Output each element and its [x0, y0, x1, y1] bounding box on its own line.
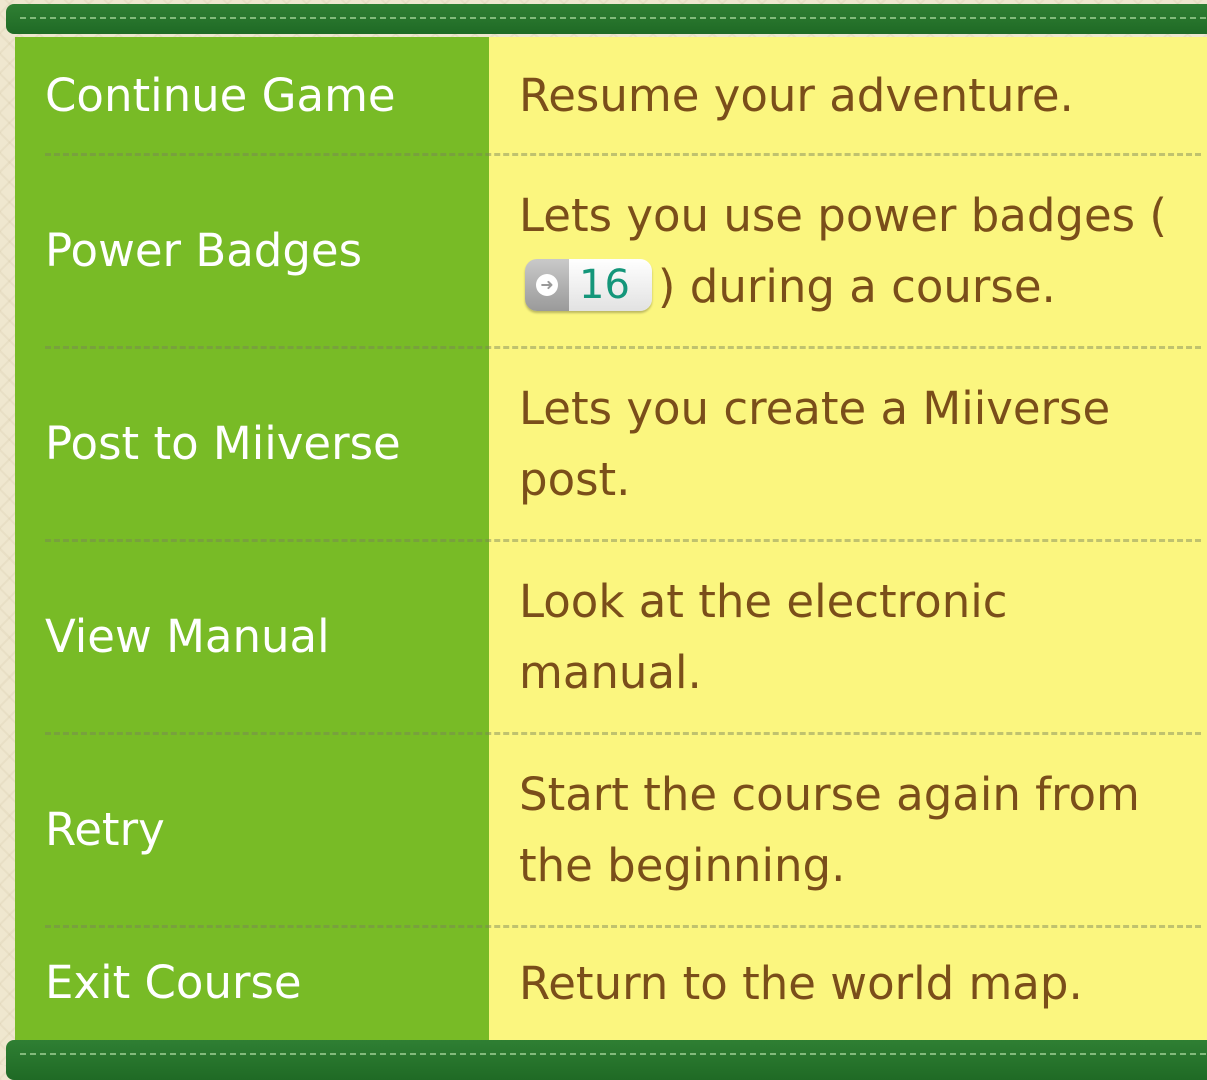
option-label: Power Badges	[45, 223, 363, 277]
option-description: Lets you create a Miiverse post.	[519, 381, 1111, 506]
option-description: Lets you use power badges (➜ 16) during a…	[519, 188, 1167, 313]
table-row: Power Badges Lets you use power badges (…	[15, 153, 1207, 347]
power-badge-icon: ➜ 16	[525, 258, 652, 311]
bottom-frame-bar	[6, 1040, 1207, 1080]
menu-options-table: Continue Game Resume your adventure. Pow…	[15, 37, 1207, 1040]
option-label: Post to Miiverse	[45, 416, 401, 470]
top-frame-bar	[6, 4, 1207, 34]
option-description: Resume your adventure.	[519, 69, 1074, 122]
option-label: Continue Game	[45, 68, 396, 122]
option-label: View Manual	[45, 609, 330, 663]
table-row: View Manual Look at the electronic manua…	[15, 539, 1207, 733]
table-row: Continue Game Resume your adventure.	[15, 37, 1207, 154]
table-row: Exit Course Return to the world map.	[15, 925, 1207, 1040]
option-description: Look at the electronic manual.	[519, 574, 1008, 699]
option-description: Return to the world map.	[519, 956, 1083, 1010]
option-label: Retry	[45, 802, 165, 856]
arrow-right-icon: ➜	[536, 273, 558, 296]
option-description: Start the course again from the beginnin…	[519, 767, 1140, 892]
table-row: Retry Start the course again from the be…	[15, 732, 1207, 926]
table-row: Post to Miiverse Lets you create a Miive…	[15, 346, 1207, 540]
option-label: Exit Course	[45, 956, 302, 1009]
badge-number: 16	[569, 258, 652, 311]
